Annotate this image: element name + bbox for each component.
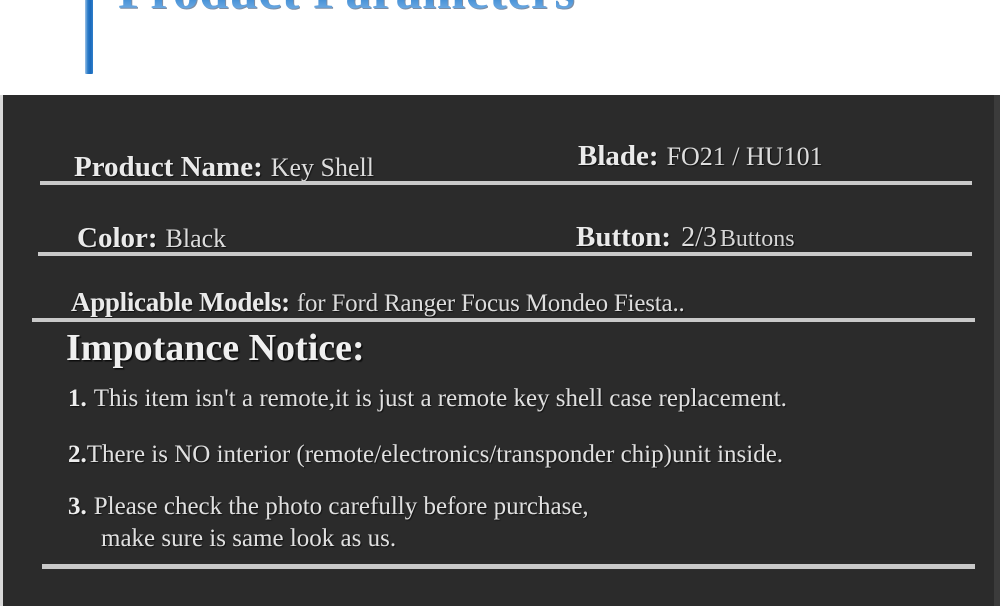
spec-color: Color: Black <box>77 222 226 255</box>
notice-item-2-text: There is NO interior (remote/electronics… <box>86 441 784 468</box>
spec-applicable-models: Applicable Models: for Ford Ranger Focus … <box>71 287 685 318</box>
notice-item-3-text-line2: make sure is same look as us. <box>101 525 397 552</box>
spec-blade: Blade: FO21 / HU101 <box>578 140 823 173</box>
page-header: Product Parameters <box>0 0 1000 95</box>
notice-item-1-text: This item isn't a remote,it is just a re… <box>93 385 787 412</box>
notice-item-2: 2.There is NO interior (remote/electroni… <box>68 441 783 469</box>
spec-value-applicable-models: for Ford Ranger Focus Mondeo Fiesta.. <box>296 290 685 317</box>
spec-label-button: Button: <box>576 221 672 253</box>
notice-heading: Impotance Notice: <box>66 327 365 369</box>
panel-bottom-divider <box>42 564 975 569</box>
spec-value-color: Black <box>165 224 227 253</box>
header-accent-bar <box>85 0 93 74</box>
spec-value-product-name: Key Shell <box>270 153 374 182</box>
page-title: Product Parameters <box>118 0 575 18</box>
product-parameters-page: Product Parameters Product Name:Key Shel… <box>0 0 1000 606</box>
spec-row-divider-3 <box>32 318 975 322</box>
panel-left-edge <box>0 95 3 606</box>
spec-value-button-count: 2/3 <box>681 222 717 253</box>
panel-right-edge <box>994 95 1000 606</box>
spec-label-applicable-models: Applicable Models: <box>71 287 290 317</box>
spec-button: Button: 2/3 Buttons <box>576 221 795 254</box>
notice-item-3-number: 3. <box>68 493 87 520</box>
notice-item-1: 1. This item isn't a remote,it is just a … <box>68 385 787 413</box>
spec-label-product-name: Product Name: <box>74 151 263 183</box>
spec-label-blade: Blade: <box>578 140 659 172</box>
notice-item-1-number: 1. <box>68 385 87 412</box>
spec-product-name: Product Name: Key Shell <box>74 151 374 184</box>
notice-item-3-text: Please check the photo carefully before … <box>93 493 589 520</box>
spec-value-button-unit: Buttons <box>719 226 795 252</box>
notice-item-2-number: 2. <box>68 441 87 468</box>
spec-row-divider-2 <box>38 252 972 256</box>
specs-panel: Product Name: Key Shell Blade: FO21 / HU10… <box>0 95 1000 606</box>
notice-item-3: 3. Please check the photo carefully befor… <box>68 493 589 521</box>
spec-value-blade: FO21 / HU101 <box>666 142 823 171</box>
spec-row-divider-1 <box>40 181 972 185</box>
spec-label-color: Color: <box>77 222 158 254</box>
